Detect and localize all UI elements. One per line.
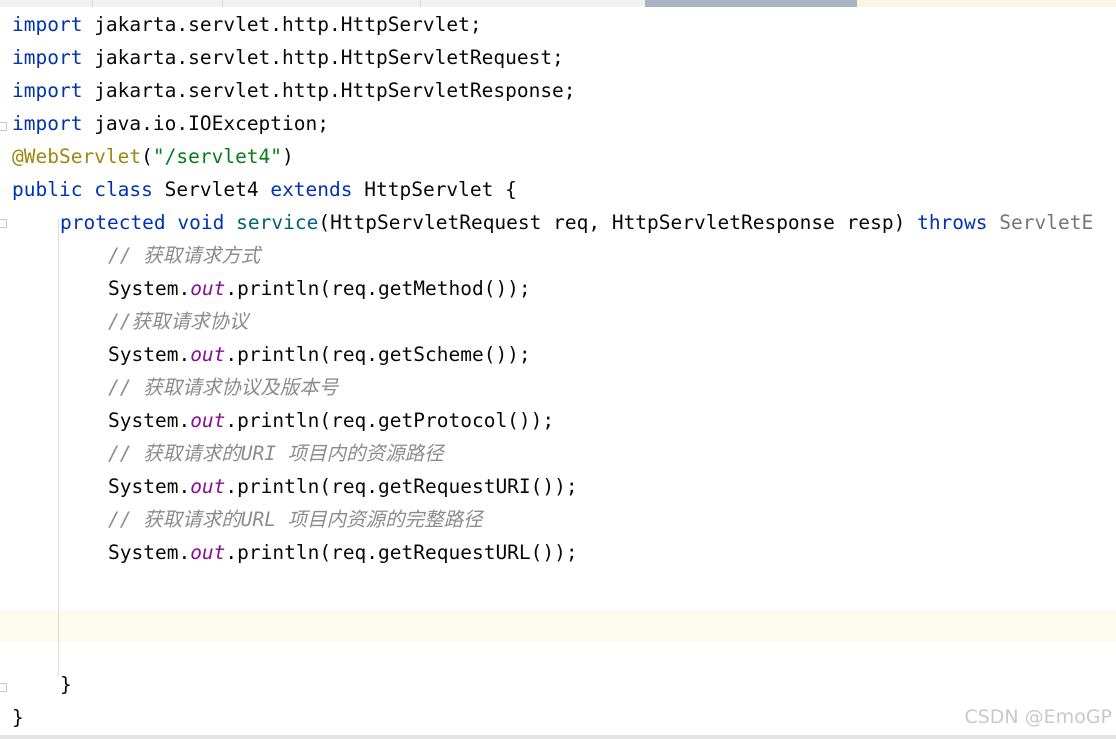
code-line-17[interactable]: System.out.println(req.getRequestURL()); [108, 536, 578, 569]
current-line-highlight [0, 610, 1116, 642]
comment: // 获取请求方式 [108, 244, 261, 267]
comment: //获取请求协议 [108, 310, 249, 333]
code-line-6[interactable]: public class Servlet4 extends HttpServle… [12, 173, 517, 206]
code-line-5[interactable]: @WebServlet("/servlet4") [12, 140, 294, 173]
code-text: System. [108, 409, 191, 432]
keyword: throws [917, 211, 988, 234]
static-field: out [190, 475, 226, 498]
keyword: import [12, 13, 83, 36]
code-text: .println(req.getScheme()); [225, 343, 531, 366]
string-literal: "/servlet4" [152, 145, 283, 168]
fold-marker[interactable] [0, 122, 7, 131]
code-text: .println(req.getProtocol()); [225, 409, 555, 432]
code-line-14[interactable]: // 获取请求的URI 项目内的资源路径 [108, 437, 444, 470]
code-line-7[interactable]: protected void service(HttpServletReques… [60, 206, 1093, 239]
code-line-1[interactable]: import jakarta.servlet.http.HttpServlet; [12, 8, 482, 41]
code-line-16[interactable]: // 获取请求的URL 项目内资源的完整路径 [108, 503, 483, 536]
code-line-2[interactable]: import jakarta.servlet.http.HttpServletR… [12, 41, 564, 74]
code-line-3[interactable]: import jakarta.servlet.http.HttpServletR… [12, 74, 576, 107]
editor-tab-strip[interactable] [0, 0, 1116, 7]
keyword: public [12, 178, 83, 201]
code-line-4[interactable]: import java.io.IOException; [12, 107, 329, 140]
code-text: jakarta.servlet.http.HttpServletResponse… [82, 79, 576, 102]
annotation: @WebServlet [12, 145, 142, 168]
code-text: System. [108, 343, 191, 366]
indent-guide [58, 219, 59, 675]
static-field: out [190, 541, 226, 564]
static-field: out [190, 343, 226, 366]
comment: // 获取请求协议及版本号 [108, 376, 339, 399]
code-text: ) [282, 145, 294, 168]
code-text: java.io.IOException; [82, 112, 329, 135]
code-text: System. [108, 541, 191, 564]
fold-marker[interactable] [0, 683, 7, 692]
keyword: extends [270, 178, 353, 201]
code-line-8[interactable]: // 获取请求方式 [108, 239, 260, 272]
code-text: jakarta.servlet.http.HttpServletRequest; [82, 46, 564, 69]
keyword: import [12, 112, 83, 135]
code-line-22[interactable]: } [12, 701, 24, 734]
code-text: HttpServlet { [352, 178, 517, 201]
fold-marker[interactable] [0, 219, 7, 228]
tab-separator [92, 0, 93, 7]
comment: // 获取请求的URI 项目内的资源路径 [108, 442, 444, 465]
class-name: Servlet4 [164, 178, 259, 201]
closing-brace: } [60, 673, 72, 696]
code-text: System. [108, 277, 191, 300]
keyword: protected [60, 211, 166, 234]
keyword: import [12, 46, 83, 69]
static-field: out [190, 409, 226, 432]
code-line-15[interactable]: System.out.println(req.getRequestURI()); [108, 470, 578, 503]
code-text: .println(req.getRequestURL()); [225, 541, 578, 564]
method-name: service [236, 211, 319, 234]
active-tab-indicator[interactable] [645, 0, 857, 7]
code-text: .println(req.getRequestURI()); [225, 475, 578, 498]
code-line-12[interactable]: // 获取请求协议及版本号 [108, 371, 338, 404]
keyword: class [94, 178, 153, 201]
code-line-9[interactable]: System.out.println(req.getMethod()); [108, 272, 531, 305]
code-line-11[interactable]: System.out.println(req.getScheme()); [108, 338, 531, 371]
static-field: out [190, 277, 226, 300]
watermark: CSDN @EmoGP [964, 706, 1112, 728]
code-text: ( [141, 145, 153, 168]
horizontal-scrollbar[interactable] [0, 735, 1116, 739]
comment: // 获取请求的URL 项目内资源的完整路径 [108, 508, 483, 531]
tab-separator [420, 0, 421, 7]
code-text: jakarta.servlet.http.HttpServlet; [82, 13, 482, 36]
closing-brace: } [12, 706, 24, 729]
code-line-10[interactable]: //获取请求协议 [108, 305, 248, 338]
code-editor[interactable]: import jakarta.servlet.http.HttpServlet;… [0, 7, 1116, 739]
tab-separator [222, 0, 223, 7]
code-text: .println(req.getMethod()); [225, 277, 531, 300]
code-line-21[interactable]: } [60, 668, 72, 701]
code-text: ServletE [987, 211, 1094, 234]
code-line-13[interactable]: System.out.println(req.getProtocol()); [108, 404, 554, 437]
code-text: System. [108, 475, 191, 498]
keyword: void [177, 211, 225, 234]
code-text: (HttpServletRequest req, HttpServletResp… [318, 211, 918, 234]
tab-highlight [857, 0, 1116, 7]
keyword: import [12, 79, 83, 102]
